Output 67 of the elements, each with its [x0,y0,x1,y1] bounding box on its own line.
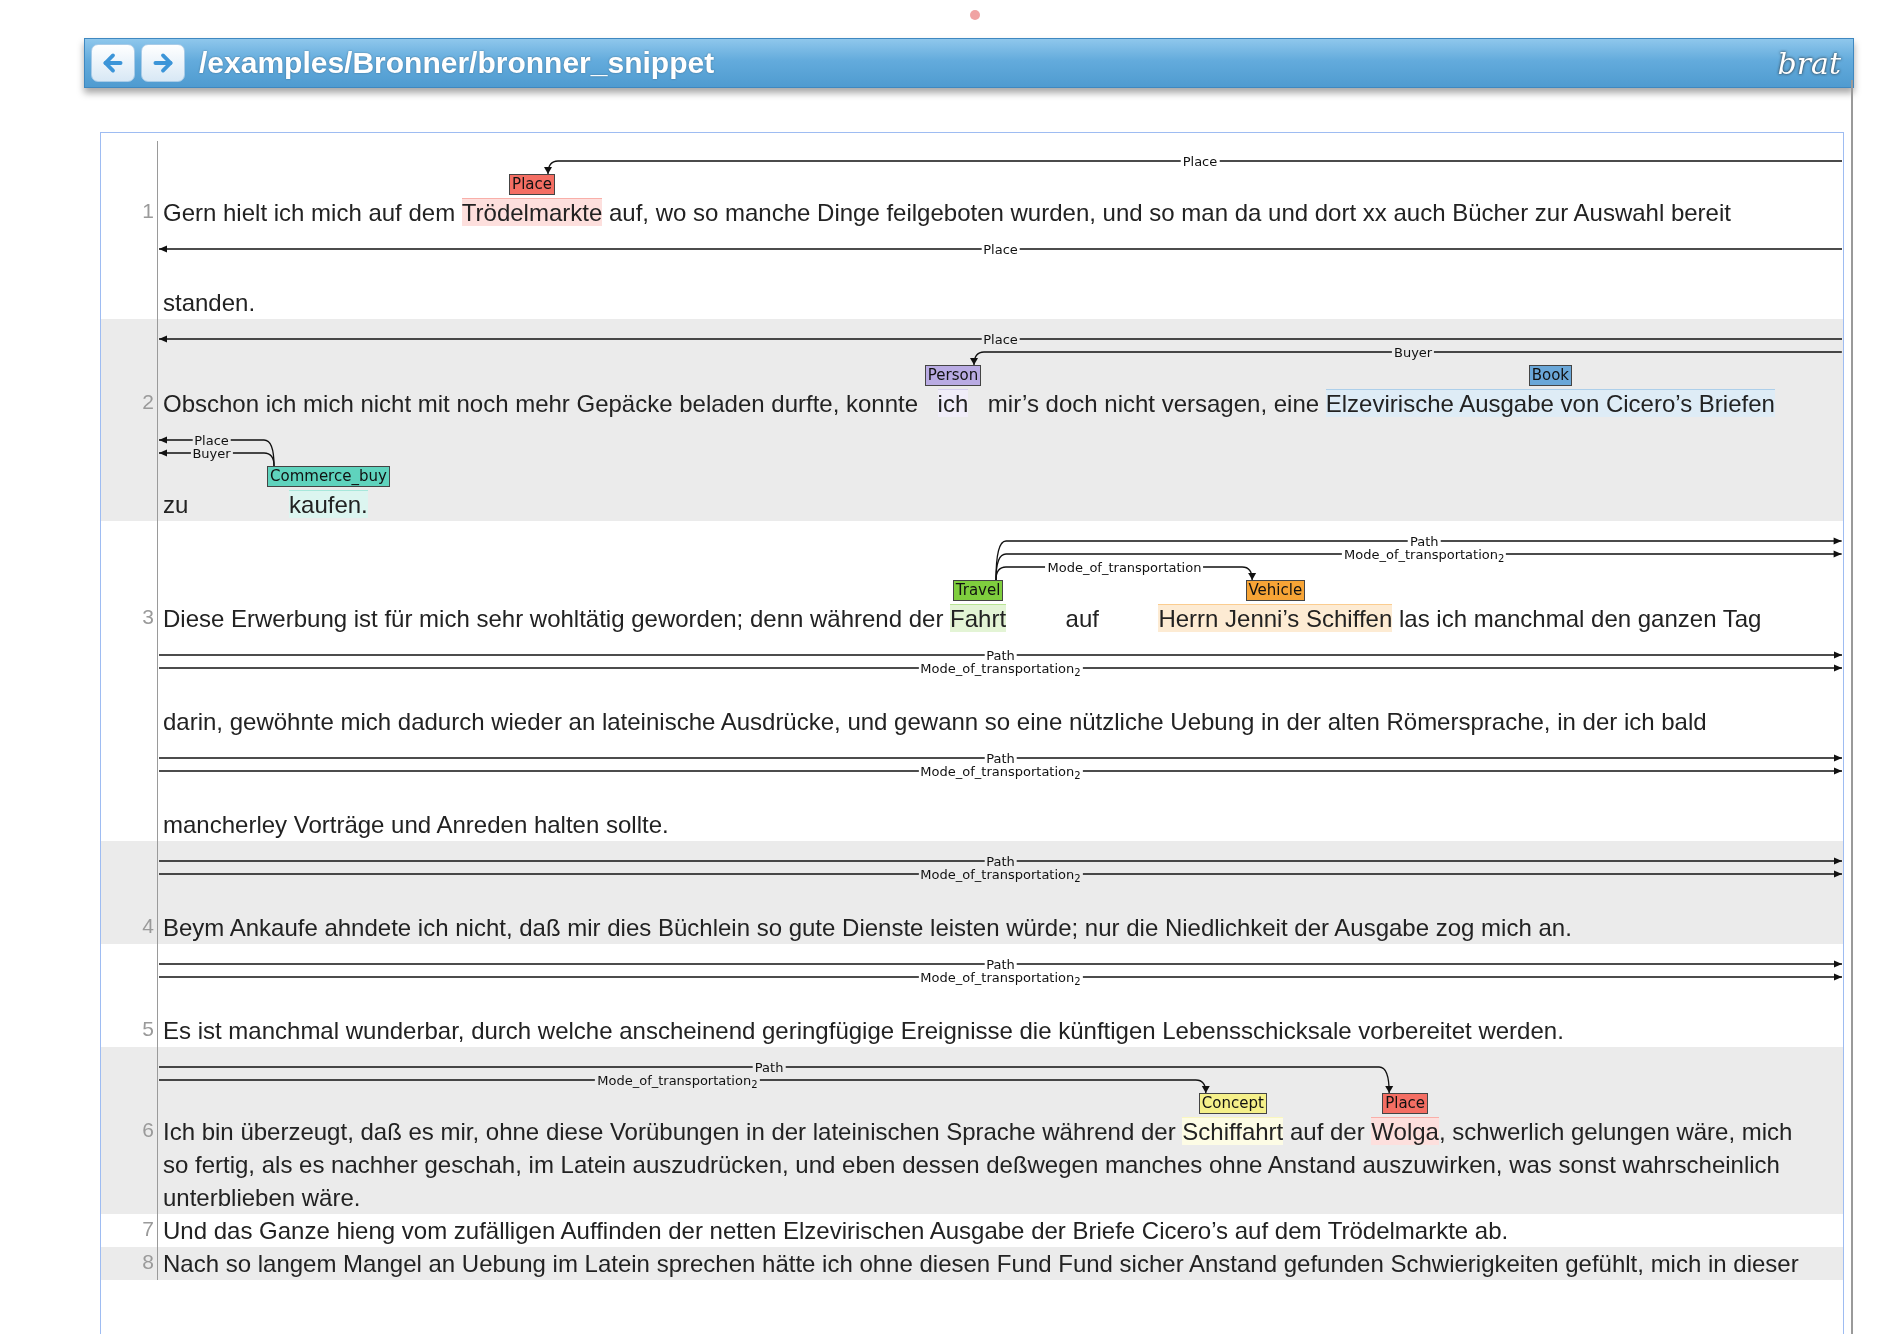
arc-label[interactable]: Path [984,854,1017,868]
sentence-text: Es ist manchmal wunderbar, durch welche anscheinend geringfügige Ereignisse die künftigen Lebensschicksale vorbereitet werden. [163,1017,1564,1044]
arc-label[interactable]: Mode_of_transportation$_{2}$ [918,661,1083,675]
sentence-text: unterblieben wäre. [163,1184,361,1211]
arc-label[interactable]: Place [981,332,1020,346]
annotated-word[interactable]: Fahrt [950,604,1007,632]
sentence-number: 4 [142,913,154,939]
arc-label[interactable]: Mode_of_transportation$_{2}$ [1342,547,1507,561]
arc-label[interactable]: Path [984,957,1017,971]
sentence-text: , schwerlich gelungen wäre, mich [1438,1118,1793,1145]
arc-label[interactable]: Mode_of_transportation$_{2}$ [918,764,1083,778]
arc-label[interactable]: Buyer [190,446,233,460]
entity-label[interactable]: Person [924,365,982,386]
sentence-text: Ich bin überzeugt, daß es mir, ohne diese Vorübungen in der lateinischen Sprache während der [163,1118,1177,1145]
sentence-text: Obschon ich mich nicht mit noch mehr Gepäcke beladen durfte, konnte [163,390,920,417]
arc-label[interactable]: Path [1407,534,1441,548]
entity-label[interactable]: Concept [1198,1093,1267,1114]
arc-label[interactable]: Place [1180,154,1220,168]
sentence-text: mir’s doch nicht versagen, eine [986,390,1321,417]
app-logo: brat [1777,45,1841,81]
arc-label[interactable]: Buyer [1392,345,1435,359]
entity-label[interactable]: Vehicle [1245,580,1306,601]
sentence-text: Diese Erwerbung ist für mich sehr wohltätig geworden; denn während der [163,605,945,632]
sentence-number: 1 [142,198,154,224]
sentence-text: so fertig, als es nachher geschah, im Latein auszudrücken, und eben dessen deßwegen manches ohne Anstand auszuwirken, was sonst wahrscheinlich [163,1151,1780,1178]
back-button[interactable] [91,44,135,82]
annotated-word[interactable]: ich [937,389,969,417]
sentence-number: 5 [142,1016,154,1042]
annotated-word[interactable]: Schiffahrt [1182,1117,1284,1145]
entity-label[interactable]: Commerce_buy [267,466,390,487]
arc-label[interactable]: Path [984,751,1017,765]
sentence-text: auf [1064,605,1100,632]
arc-label[interactable]: Place [192,433,231,447]
sentence-text: standen. [163,289,256,316]
annotated-word[interactable]: Elzevirische Ausgabe von Cicero’s Briefen [1325,389,1775,417]
entity-label[interactable]: Book [1528,365,1572,386]
annotated-word[interactable]: Trödelmarkte [461,198,603,226]
sentence-number: 6 [142,1117,154,1143]
sentence-text: las ich manchmal den ganzen Tag [1397,605,1762,632]
entity-label[interactable]: Place [509,174,555,195]
sentence-number: 2 [142,389,154,415]
arc-label[interactable]: Path [984,648,1017,662]
sentence-text: Beym Ankaufe ahndete ich nicht, daß mir dies Büchlein so gute Dienste leisten würde; nur die Niedlichkeit der Ausgabe zog mich an. [163,914,1572,941]
status-dot-icon [970,10,980,20]
arc-label[interactable]: Mode_of_transportation [1045,560,1204,574]
sentence-text: mancherley Vorträge und Anreden halten sollte. [163,811,669,838]
sentence-text: Nach so langem Mangel an Uebung im Latein sprechen hätte ich ohne diesen Fund Fund sicher Anstand gefunden Schwierigkeiten gefühlt, mich in dieser [163,1250,1799,1277]
annotated-word[interactable]: kaufen. [289,490,368,518]
sentence-text: auf, wo so manche Dinge feilgeboten wurden, und so man da und dort xx auch Bücher zur Auswahl bereit [607,199,1731,226]
annotated-word[interactable]: Herrn Jenni’s Schiffen [1158,604,1393,632]
sentence-number: 7 [142,1216,154,1242]
sentence-text: Gern hielt ich mich auf dem [163,199,457,226]
forward-button[interactable] [141,44,185,82]
sentence-number: 8 [142,1249,154,1275]
sentence-text: Und das Ganze hieng vom zufälligen Auffinden der netten Elzevirischen Ausgabe der Briefe Cicero’s auf dem Trödelmarkte ab. [163,1217,1509,1244]
annotated-word[interactable]: Wolga [1371,1117,1439,1145]
entity-label[interactable]: Place [1382,1093,1429,1114]
arc-label[interactable]: Mode_of_transportation$_{2}$ [918,970,1083,984]
document-path: /examples/Bronner/bronner_snippet [199,46,716,80]
arc-label[interactable]: Mode_of_transportation$_{2}$ [595,1073,760,1087]
sentence-text: darin, gewöhnte mich dadurch wieder an lateinische Ausdrücke, und gewann so eine nützliche Uebung in der alten Römersprache, in der ich bald [163,708,1707,735]
entity-label[interactable]: Travel [952,580,1004,601]
sentence-number: 3 [142,604,154,630]
sentence-text: zu [163,491,190,518]
arc-label[interactable]: Mode_of_transportation$_{2}$ [918,867,1083,881]
arc-label[interactable]: Place [981,242,1020,256]
sentence-text: auf der [1288,1118,1366,1145]
